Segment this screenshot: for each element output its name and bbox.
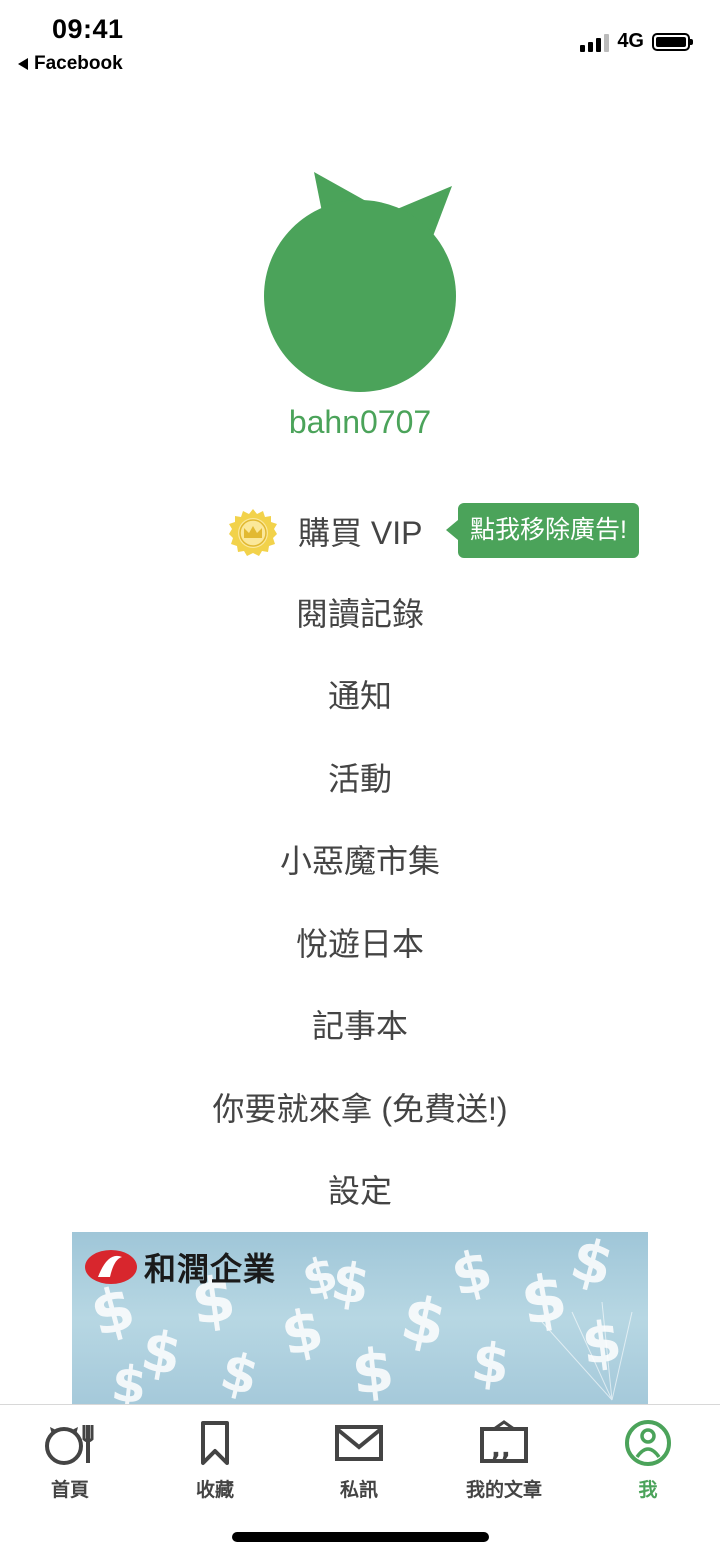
svg-text:$: $: [395, 1281, 452, 1361]
menu-item-free-giveaway[interactable]: 你要就來拿 (免費送!): [0, 1089, 720, 1129]
network-type: 4G: [617, 30, 644, 52]
menu-item-market[interactable]: 小惡魔市集: [0, 841, 720, 881]
profile-icon: [625, 1420, 671, 1466]
home-indicator[interactable]: [232, 1532, 489, 1542]
menu-item-settings[interactable]: 設定: [0, 1171, 720, 1211]
status-time: 09:41: [52, 14, 124, 44]
tab-my-articles[interactable]: ,, 我的文章: [434, 1419, 574, 1502]
svg-text:$: $: [215, 1341, 265, 1404]
svg-text:,,: ,,: [491, 1434, 511, 1464]
tab-messages-label: 私訊: [339, 1480, 378, 1501]
svg-text:$: $: [578, 1309, 625, 1378]
signal-icon: [580, 32, 610, 52]
ad-brand-logo: 和潤企業: [84, 1244, 276, 1290]
svg-text:$: $: [516, 1260, 573, 1341]
back-app-label: Facebook: [34, 53, 123, 74]
back-to-app-button[interactable]: Facebook: [18, 53, 123, 75]
menu-item-notifications[interactable]: 通知: [0, 676, 720, 716]
menu-item-events[interactable]: 活動: [0, 759, 720, 799]
svg-text:$: $: [109, 1354, 150, 1404]
buy-vip-button[interactable]: 購買 VIP: [228, 508, 422, 558]
username: bahn0707: [288, 404, 432, 440]
svg-text:$: $: [445, 1237, 499, 1309]
tab-home[interactable]: 首頁: [0, 1419, 140, 1502]
tab-me[interactable]: 我: [578, 1419, 718, 1502]
ad-banner[interactable]: $ $ $ $ $ $ $ $ $ $ $ $ $ $ $ 和潤企業: [72, 1232, 648, 1404]
article-icon: ,,: [480, 1420, 528, 1464]
svg-text:$: $: [564, 1232, 621, 1300]
menu-item-notebook[interactable]: 記事本: [0, 1006, 720, 1046]
tab-home-label: 首頁: [50, 1480, 89, 1501]
tab-messages[interactable]: 私訊: [289, 1419, 429, 1502]
back-arrow-icon: [18, 58, 28, 70]
menu-item-reading-history[interactable]: 閱讀記錄: [0, 594, 720, 634]
remove-ads-tooltip[interactable]: 點我移除廣告!: [446, 503, 639, 558]
vip-badge-icon: [229, 509, 277, 556]
tab-bookmarks-label: 收藏: [195, 1480, 234, 1501]
avatar[interactable]: [240, 160, 480, 400]
ad-brand-text: 和潤企業: [144, 1251, 277, 1287]
svg-text:$: $: [348, 1335, 397, 1404]
status-indicators: 4G: [580, 30, 693, 53]
brand-logo-icon: [85, 1250, 137, 1284]
tab-bookmarks[interactable]: 收藏: [145, 1419, 285, 1502]
svg-text:$: $: [468, 1330, 513, 1397]
home-icon: [45, 1425, 94, 1465]
tab-my-articles-label: 我的文章: [465, 1480, 542, 1501]
menu-item-japan-travel[interactable]: 悅遊日本: [0, 924, 720, 964]
bookmark-icon: [201, 1421, 229, 1465]
svg-text:$: $: [275, 1295, 329, 1370]
mail-icon: [335, 1425, 383, 1461]
tab-me-label: 我: [638, 1480, 658, 1501]
battery-icon: [652, 32, 693, 51]
buy-vip-label: 購買 VIP: [298, 515, 423, 551]
